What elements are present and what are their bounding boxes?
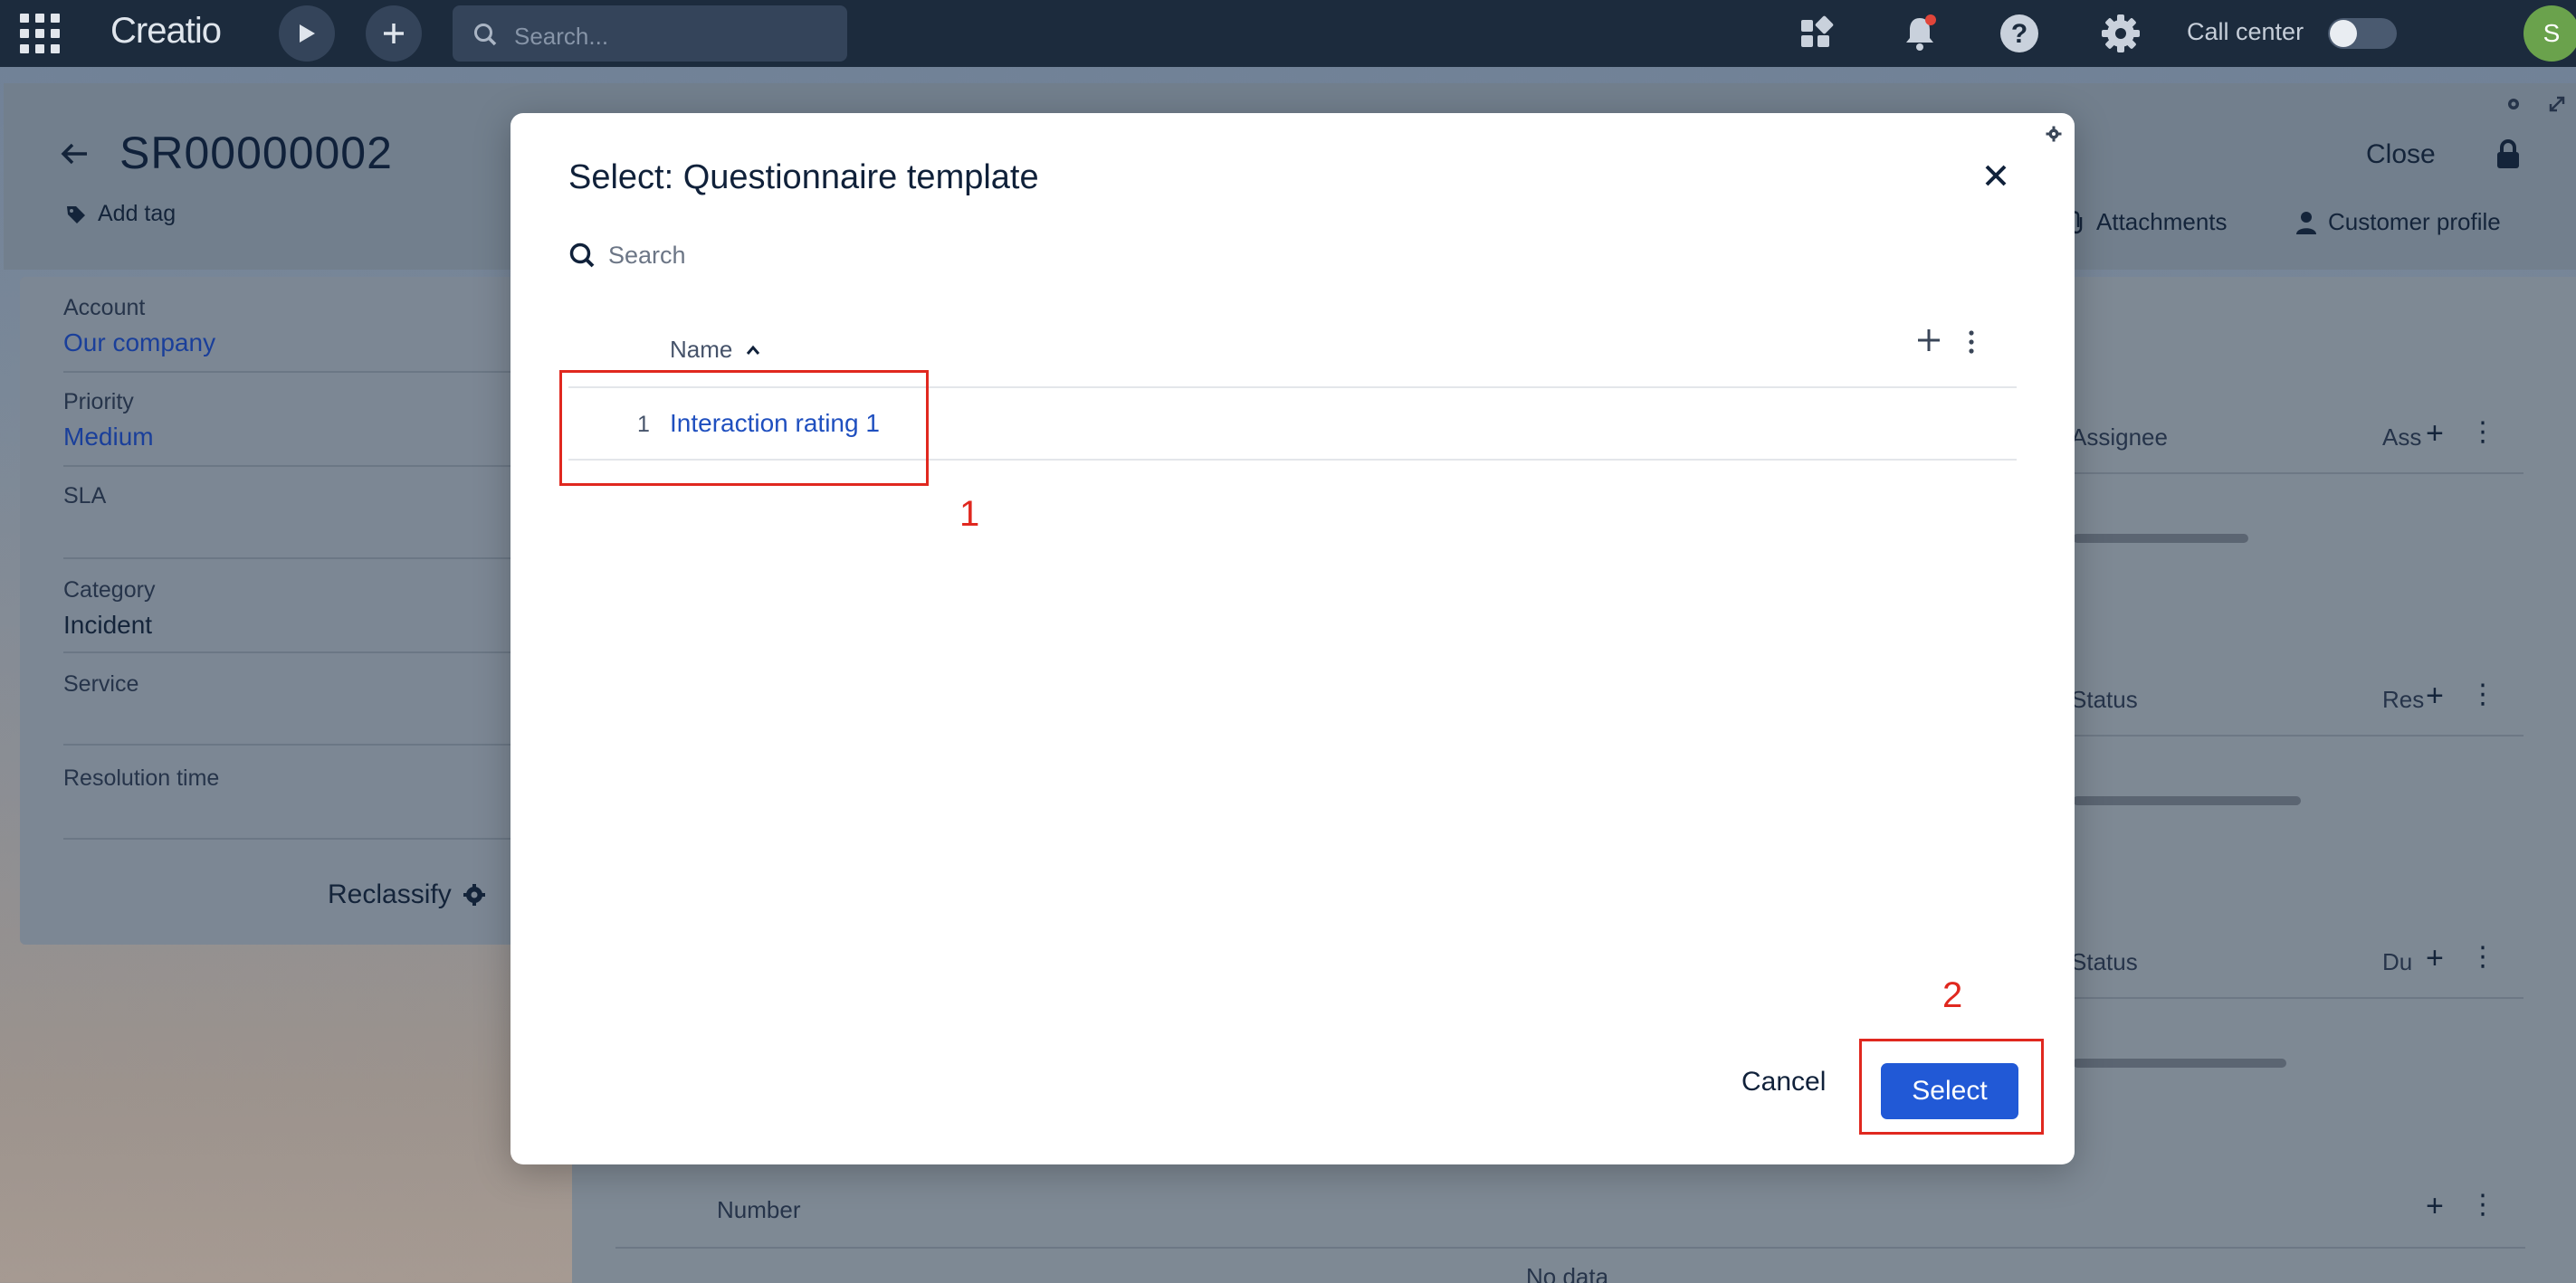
more-options-icon[interactable]: ⋮ <box>2469 416 2496 448</box>
more-options-icon[interactable] <box>1966 328 1977 356</box>
annotation-number-step-1: 1 <box>959 494 980 534</box>
dialog-search-input[interactable] <box>608 234 1151 276</box>
plus-icon <box>384 24 404 43</box>
name-column-header[interactable]: Name <box>670 336 761 364</box>
customer-profile-label: Customer profile <box>2328 208 2501 235</box>
divider <box>63 651 570 653</box>
category-field[interactable]: Category Incident <box>63 577 570 640</box>
account-value[interactable]: Our company <box>63 328 570 357</box>
category-value: Incident <box>63 611 153 639</box>
close-record-button[interactable]: Close <box>2366 139 2436 170</box>
divider <box>2071 472 2524 474</box>
assignee-column-header: Assignee <box>2071 423 2168 451</box>
service-label: Service <box>63 671 139 697</box>
add-tag-label: Add tag <box>98 201 177 226</box>
bell-icon <box>1906 14 1936 51</box>
no-data-label: No data <box>1526 1263 1609 1283</box>
add-record-icon[interactable] <box>1915 327 1942 354</box>
sla-label: SLA <box>63 483 107 508</box>
top-bar: Creatio Search... ? Call center S <box>0 0 2576 67</box>
widgets-button[interactable] <box>1794 11 1839 56</box>
account-field[interactable]: Account Our company <box>63 295 570 357</box>
add-row-icon[interactable]: + <box>2426 416 2444 451</box>
divider <box>63 465 570 467</box>
global-search-placeholder: Search... <box>514 23 609 50</box>
gear-icon <box>2102 14 2140 52</box>
gear-icon <box>463 884 485 906</box>
more-options-icon[interactable]: ⋮ <box>2469 679 2496 710</box>
divider <box>63 838 570 840</box>
divider <box>2071 735 2524 737</box>
lock-icon[interactable] <box>2495 139 2522 170</box>
attachments-tab[interactable]: Attachments <box>2067 208 2228 236</box>
widgets-icon <box>1801 15 1834 47</box>
add-row-icon[interactable]: + <box>2426 1189 2444 1224</box>
select-questionnaire-dialog: Select: Questionnaire template Name 1 In… <box>510 113 2075 1164</box>
priority-field[interactable]: Priority Medium <box>63 389 570 451</box>
annotation-box-step-2 <box>1859 1039 2044 1135</box>
help-button[interactable]: ? <box>1997 11 2042 56</box>
divider <box>615 1247 2525 1249</box>
category-label: Category <box>63 577 156 603</box>
service-field[interactable]: Service <box>63 671 570 698</box>
record-title: SR00000002 <box>119 128 393 178</box>
account-label: Account <box>63 295 146 320</box>
creatio-logo[interactable]: Creatio <box>110 11 222 52</box>
add-row-icon[interactable]: + <box>2426 941 2444 976</box>
du-short-header: Du <box>2382 948 2413 975</box>
person-icon <box>2296 211 2316 234</box>
number-column-header: Number <box>717 1196 801 1223</box>
sla-field[interactable]: SLA <box>63 483 570 509</box>
cancel-button[interactable]: Cancel <box>1741 1067 1826 1098</box>
run-process-button[interactable] <box>279 5 335 62</box>
call-center-toggle[interactable] <box>2328 18 2397 49</box>
add-row-icon[interactable]: + <box>2426 679 2444 714</box>
page-settings-icon[interactable] <box>2504 94 2524 114</box>
customer-profile-tab[interactable]: Customer profile <box>2295 208 2501 236</box>
assignee-short-header: Ass <box>2382 423 2422 451</box>
search-icon <box>474 24 497 46</box>
more-options-icon[interactable]: ⋮ <box>2469 941 2496 973</box>
annotation-number-step-2: 2 <box>1942 975 1963 1015</box>
res-short-header: Res <box>2382 686 2425 713</box>
expand-icon[interactable] <box>2547 94 2567 114</box>
settings-button[interactable] <box>2098 11 2143 56</box>
divider <box>63 744 570 746</box>
notifications-button[interactable] <box>1897 11 1942 56</box>
priority-value[interactable]: Medium <box>63 423 570 451</box>
attachments-label: Attachments <box>2096 208 2228 235</box>
status-column-header: Status <box>2071 948 2138 975</box>
resolution-time-field[interactable]: Resolution time <box>63 765 570 792</box>
tag-icon <box>67 205 85 223</box>
horizontal-scrollbar[interactable] <box>2073 534 2248 543</box>
reclassify-button[interactable]: Reclassify <box>328 879 486 910</box>
close-icon[interactable] <box>1984 164 2008 187</box>
add-tag-button[interactable]: Add tag <box>65 201 176 227</box>
global-search-input[interactable]: Search... <box>453 5 847 62</box>
search-icon <box>569 242 595 268</box>
sort-ascending-icon <box>747 345 760 355</box>
dialog-settings-icon[interactable] <box>2046 126 2062 142</box>
priority-label: Priority <box>63 389 134 414</box>
call-center-label: Call center <box>2187 18 2304 45</box>
horizontal-scrollbar[interactable] <box>2073 1059 2286 1068</box>
reclassify-label: Reclassify <box>328 879 452 909</box>
divider <box>63 371 570 373</box>
help-icon: ? <box>2000 14 2038 52</box>
name-column-label: Name <box>670 336 733 363</box>
app-grid-icon[interactable] <box>20 14 60 53</box>
user-avatar[interactable]: S <box>2524 5 2576 62</box>
divider <box>2071 997 2524 999</box>
resolution-time-label: Resolution time <box>63 765 220 791</box>
divider <box>63 557 570 559</box>
status-column-header: Status <box>2071 686 2138 713</box>
dialog-title: Select: Questionnaire template <box>568 158 1039 196</box>
more-options-icon[interactable]: ⋮ <box>2469 1189 2496 1221</box>
svg-text:?: ? <box>2011 19 2027 49</box>
play-icon <box>300 24 315 43</box>
horizontal-scrollbar[interactable] <box>2073 796 2301 805</box>
annotation-box-step-1 <box>559 370 929 486</box>
create-button[interactable] <box>366 5 422 62</box>
back-arrow-icon[interactable] <box>58 138 91 170</box>
